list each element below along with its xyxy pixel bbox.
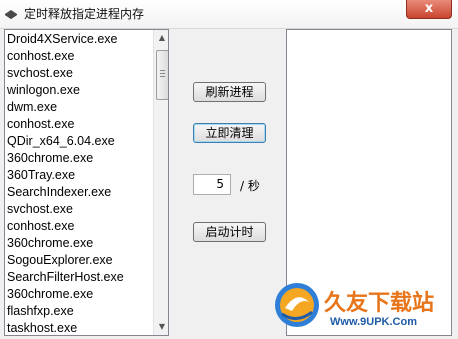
refresh-processes-button[interactable]: 刷新进程 [193, 82, 266, 102]
app-icon [5, 10, 17, 19]
process-list-item[interactable]: Droid4XService.exe [7, 31, 151, 48]
start-timer-button[interactable]: 启动计时 [193, 222, 266, 242]
process-list-item[interactable]: conhost.exe [7, 218, 151, 235]
process-list-item[interactable]: conhost.exe [7, 48, 151, 65]
watermark-url: Www.9UPK.Com [330, 316, 417, 328]
process-list-item[interactable]: SogouExplorer.exe [7, 252, 151, 269]
scrollbar-thumb[interactable] [156, 50, 168, 100]
watermark-title: 久友下载站 [324, 291, 435, 316]
process-list-item[interactable]: taskhost.exe [7, 320, 151, 335]
process-list-scrollbar[interactable]: ▲ ▼ [153, 30, 168, 335]
process-list-item[interactable]: 360Tray.exe [7, 167, 151, 184]
watermark: 久友下载站 Www.9UPK.Com [270, 278, 458, 338]
scroll-down-arrow-icon[interactable]: ▼ [154, 319, 168, 335]
process-list-item[interactable]: svchost.exe [7, 201, 151, 218]
process-list[interactable]: Droid4XService.exe conhost.exe svchost.exe… [4, 29, 169, 336]
interval-seconds-input[interactable]: 5 [193, 174, 231, 195]
process-list-item[interactable]: 360chrome.exe [7, 286, 151, 303]
process-list-items: Droid4XService.exe conhost.exe svchost.exe… [7, 31, 151, 335]
title-bar: 定时释放指定进程内存 x [0, 0, 458, 29]
window-title: 定时释放指定进程内存 [24, 7, 145, 21]
process-list-item[interactable]: QDir_x64_6.04.exe [7, 133, 151, 150]
process-list-item[interactable]: 360chrome.exe [7, 150, 151, 167]
clean-now-button[interactable]: 立即清理 [193, 123, 266, 143]
process-list-item[interactable]: svchost.exe [7, 65, 151, 82]
process-list-item[interactable]: 360chrome.exe [7, 235, 151, 252]
close-button[interactable]: x [406, 0, 452, 19]
close-icon: x [424, 1, 434, 16]
process-list-item[interactable]: flashfxp.exe [7, 303, 151, 320]
process-list-item[interactable]: SearchIndexer.exe [7, 184, 151, 201]
watermark-logo-icon [275, 283, 319, 327]
seconds-unit-label: / 秒 [240, 179, 260, 193]
process-list-item[interactable]: winlogon.exe [7, 82, 151, 99]
process-list-item[interactable]: SearchFilterHost.exe [7, 269, 151, 286]
process-list-item[interactable]: conhost.exe [7, 116, 151, 133]
process-list-item[interactable]: dwm.exe [7, 99, 151, 116]
scroll-up-arrow-icon[interactable]: ▲ [154, 30, 168, 46]
